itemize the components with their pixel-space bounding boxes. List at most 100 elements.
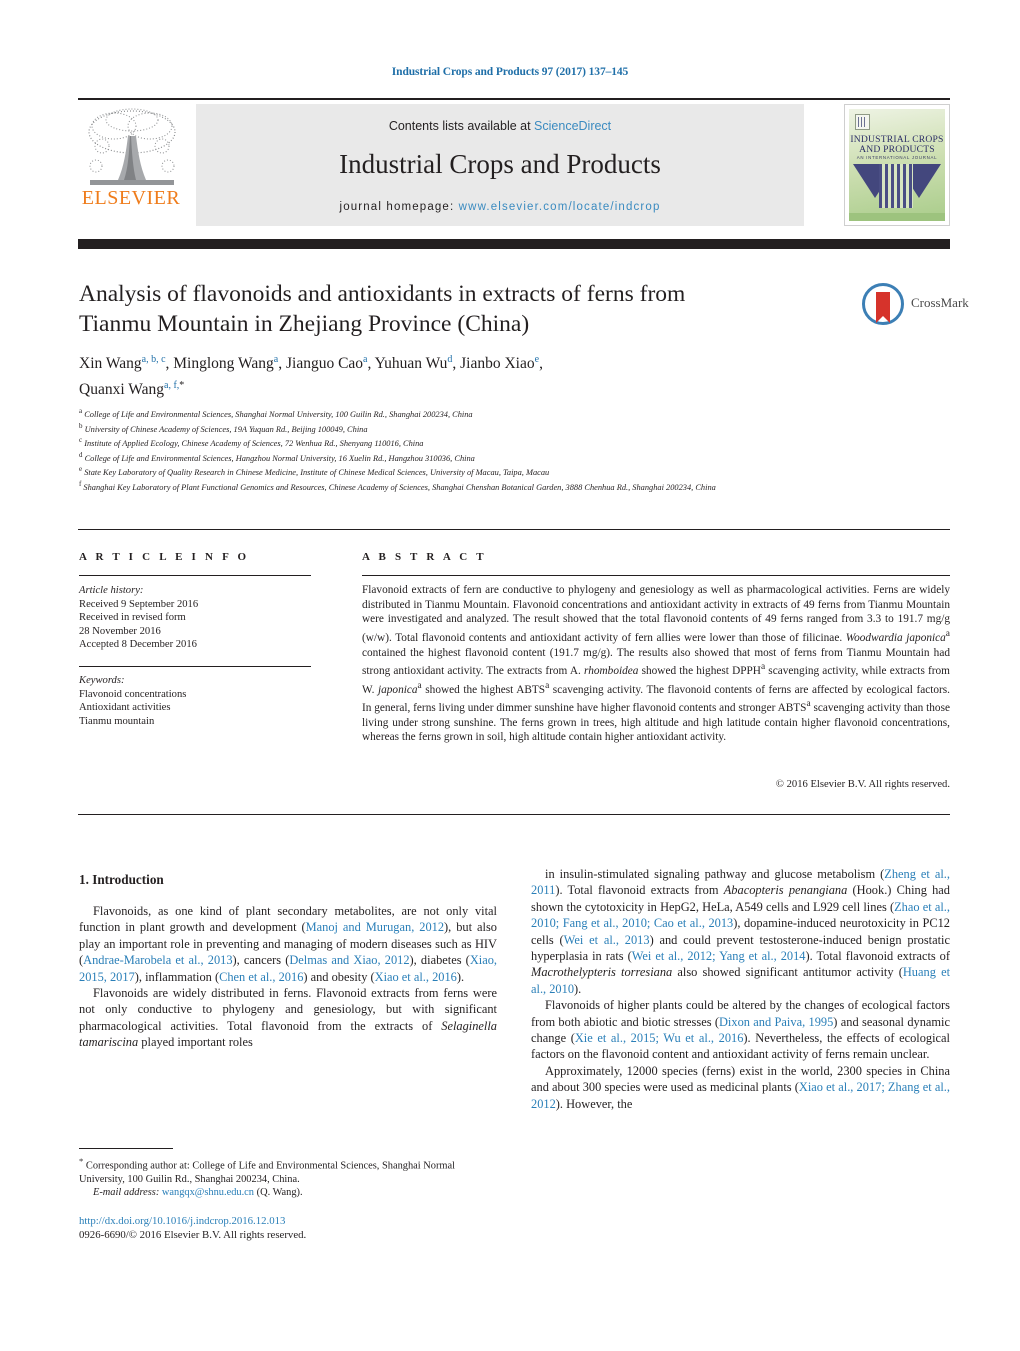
affiliation-text: Institute of Applied Ecology, Chinese Ac… [84, 438, 424, 448]
affiliation-text: State Key Laboratory of Quality Research… [84, 468, 550, 478]
elsevier-tree-icon [88, 108, 176, 185]
author-3[interactable]: , Jianguo Cao [278, 355, 363, 372]
keywords-rule [79, 666, 311, 667]
doi-link[interactable]: http://dx.doi.org/10.1016/j.indcrop.2016… [79, 1215, 285, 1227]
page-title: Analysis of flavonoids and antioxidants … [79, 281, 686, 337]
contents-available-line: Contents lists available at ScienceDirec… [196, 119, 804, 133]
body-text-run: ). Total flavonoid extracts of [805, 949, 951, 964]
keyword-item: Antioxidant activities [79, 702, 171, 714]
journal-cover-art: INDUSTRIAL CROPS AND PRODUCTS AN INTERNA… [849, 109, 945, 221]
affiliation-text: College of Life and Environmental Scienc… [84, 409, 473, 419]
body-text-run: Flavonoids are widely distributed in fer… [79, 986, 497, 1033]
section-heading-introduction: 1. Introduction [79, 872, 164, 887]
abstract-block-bottom-rule [78, 814, 950, 815]
journal-cover-thumbnail[interactable]: INDUSTRIAL CROPS AND PRODUCTS AN INTERNA… [844, 104, 950, 226]
sciencedirect-link[interactable]: ScienceDirect [534, 119, 611, 133]
article-history-label: Article history: [79, 585, 144, 596]
running-head: Industrial Crops and Products 97 (2017) … [391, 66, 629, 78]
cover-bottom-band [849, 213, 945, 221]
body-paragraph: Flavonoids are widely distributed in fer… [79, 985, 497, 1051]
body-text-run: played important roles [138, 1035, 253, 1050]
author-5[interactable]: , Jianbo Xiao [452, 355, 534, 372]
citation-link[interactable]: Xiao et al., 2016 [375, 970, 457, 984]
citation-link[interactable]: Manoj and Murugan, 2012 [306, 920, 444, 934]
citation-link[interactable]: Andrae-Marobela et al., 2013 [83, 953, 232, 967]
abstract-species-name: Woodwardia japonica [845, 631, 946, 644]
masthead-bottom-bar [78, 239, 950, 249]
affiliation-item: d College of Life and Environmental Scie… [79, 450, 869, 465]
body-paragraph: Flavonoids of higher plants could be alt… [531, 997, 950, 1063]
email-address-label: E-mail address: [93, 1187, 160, 1199]
masthead-top-rule [78, 98, 950, 100]
elsevier-logo[interactable]: ELSEVIER [78, 104, 184, 226]
affiliation-label: d [79, 450, 83, 459]
article-history-item: Received in revised form [79, 612, 186, 624]
article-history-item: 28 November 2016 [79, 625, 161, 637]
journal-title: Industrial Crops and Products [339, 149, 661, 179]
masthead-banner: Contents lists available at ScienceDirec… [196, 104, 804, 226]
citation-link[interactable]: Dixon and Paiva, 1995 [719, 1015, 833, 1029]
body-text-run: in insulin-stimulated signaling pathway … [545, 867, 885, 881]
affiliation-label: b [79, 421, 83, 430]
elsevier-wordmark: ELSEVIER [81, 187, 181, 209]
citation-link[interactable]: Chen et al., 2016 [219, 970, 303, 984]
journal-homepage-link[interactable]: www.elsevier.com/locate/indcrop [459, 201, 661, 213]
article-info-heading: A R T I C L E I N F O [79, 551, 250, 563]
keyword-list: Keywords: Flavonoid concentrations Antio… [79, 674, 319, 728]
affiliation-item: f Shanghai Key Laboratory of Plant Funct… [79, 479, 869, 494]
affiliation-item: e State Key Laboratory of Quality Resear… [79, 464, 869, 479]
email-address-owner: (Q. Wang). [256, 1187, 303, 1199]
author-2[interactable]: , Minglong Wang [166, 355, 274, 372]
species-name: Macrothelypteris torresiana [531, 965, 673, 980]
corresponding-author-marker: * [179, 380, 185, 392]
abstract-heading: A B S T R A C T [362, 551, 487, 563]
footnote-email-line: E-mail address: wangqx@shnu.edu.cn (Q. W… [79, 1186, 499, 1199]
author-1-affil-marks: a, b, c [141, 354, 166, 365]
footnote-rule [79, 1148, 173, 1149]
article-history-item: Accepted 8 December 2016 [79, 639, 197, 651]
crossmark-badge[interactable]: CrossMark [862, 283, 969, 325]
author-1[interactable]: Xin Wang [79, 355, 142, 372]
author-list: Xin Wanga, b, c, Minglong Wanga, Jianguo… [79, 349, 779, 401]
abstract-text: Flavonoid extracts of fern are conductiv… [362, 583, 950, 745]
citation-link[interactable]: Xie et al., 2015; Wu et al., 2016 [575, 1031, 744, 1045]
body-text-run: ), cancers ( [232, 953, 290, 968]
author-list-separator: , [539, 355, 543, 373]
body-text-run: ), inflammation ( [134, 969, 220, 984]
journal-article-page: Industrial Crops and Products 97 (2017) … [0, 0, 1020, 1351]
article-info-rule [79, 575, 311, 576]
body-paragraph: in insulin-stimulated signaling pathway … [531, 866, 950, 997]
body-text-run: ). However, the [555, 1096, 633, 1111]
crossmark-icon [862, 283, 904, 325]
cover-elsevier-mini-icon [855, 114, 870, 130]
affiliation-item: a College of Life and Environmental Scie… [79, 406, 869, 421]
affiliation-text: Shanghai Key Laboratory of Plant Functio… [83, 482, 716, 492]
keywords-label: Keywords: [79, 675, 125, 686]
body-column-left: Flavonoids, as one kind of plant seconda… [79, 903, 497, 1051]
body-paragraph: Flavonoids, as one kind of plant seconda… [79, 903, 497, 985]
journal-homepage-label: journal homepage: [339, 201, 459, 213]
body-text-run: ) and obesity ( [303, 969, 375, 984]
species-name: Abacopteris penangiana [723, 883, 848, 898]
article-history: Article history: Received 9 September 20… [79, 584, 319, 652]
citation-link[interactable]: Wei et al., 2013 [564, 933, 650, 947]
body-column-right: in insulin-stimulated signaling pathway … [531, 866, 950, 1112]
email-address-link[interactable]: wangqx@shnu.edu.cn [162, 1187, 254, 1198]
corresponding-author-footnote: * Corresponding author at: College of Li… [79, 1155, 499, 1200]
author-4[interactable]: , Yuhuan Wu [368, 355, 448, 372]
abstract-species-name: japonica [378, 683, 418, 696]
citation-link[interactable]: Delmas and Xiao, 2012 [289, 953, 409, 967]
affiliation-label: c [79, 436, 83, 445]
keyword-item: Flavonoid concentrations [79, 688, 187, 700]
article-history-item: Received 9 September 2016 [79, 598, 199, 610]
cover-title-line-2: AND PRODUCTS [859, 144, 935, 155]
body-text-run: ). [456, 969, 465, 984]
crossmark-label: CrossMark [911, 295, 969, 310]
author-6-affil-marks: a, f, [164, 380, 180, 392]
body-paragraph: Approximately, 12000 species (ferns) exi… [531, 1063, 950, 1112]
issn-copyright-line: 0926-6690/© 2016 Elsevier B.V. All right… [79, 1229, 307, 1241]
abstract-run: showed the highest ABTS [421, 683, 546, 696]
affiliation-text: College of Life and Environmental Scienc… [84, 453, 475, 463]
author-6[interactable]: Quanxi Wang [79, 381, 164, 398]
citation-link[interactable]: Wei et al., 2012; Yang et al., 2014 [632, 949, 806, 963]
